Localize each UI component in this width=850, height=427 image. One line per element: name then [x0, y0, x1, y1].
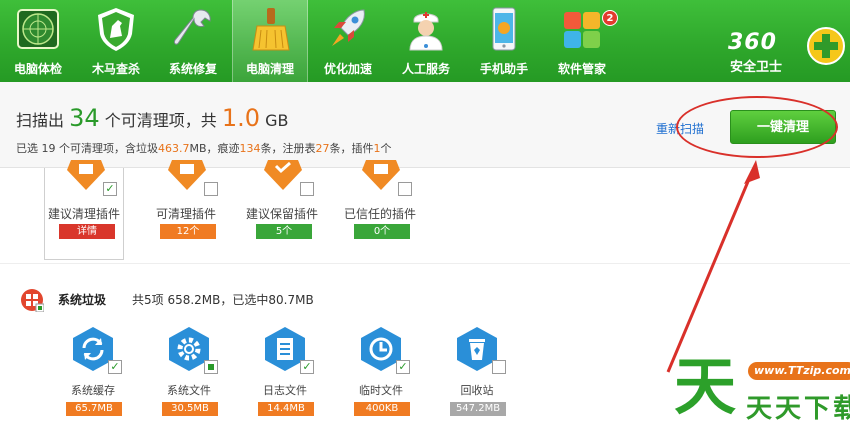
item-name: 临时文件: [359, 384, 403, 397]
count-tag[interactable]: 5个: [256, 224, 312, 239]
tab-label: 优化加速: [323, 62, 372, 76]
tab-pc-cleanup[interactable]: 电脑清理: [232, 0, 308, 82]
detail-text: 已选 19 个可清理项，含垃圾: [16, 142, 158, 155]
rocket-icon: [332, 9, 365, 46]
plugin-item-cleanable[interactable]: 可清理插件 12个: [146, 160, 226, 260]
item-name: 日志文件: [263, 384, 307, 397]
windows-icon: [21, 289, 44, 312]
plugin-icon: [168, 160, 206, 190]
garbage-item-log-files[interactable]: ✓ 日志文件 14.4MB: [244, 326, 326, 418]
scan-result-detail: 已选 19 个可清理项，含垃圾463.7MB，痕迹134条，注册表27条，插件1…: [16, 140, 392, 156]
checkbox[interactable]: ✓: [300, 360, 314, 374]
garbage-size: 463.7: [158, 142, 190, 155]
watermark-url: www.TTzip.com: [748, 362, 850, 380]
wrench-icon: [174, 9, 211, 45]
scan-result-headline: 扫描出 34 个可清理项，共 1.0 GB: [16, 104, 289, 132]
detail-text: MB，痕迹: [189, 142, 240, 155]
tab-label: 软件管家: [557, 62, 606, 76]
garbage-item-system-files[interactable]: 系统文件 30.5MB: [148, 326, 230, 418]
plugin-item-recommended-keep[interactable]: 建议保留插件 5个: [242, 160, 322, 260]
garbage-item-temp-files[interactable]: ✓ 临时文件 400KB: [340, 326, 422, 418]
checkbox[interactable]: [204, 182, 218, 196]
brand-logo: 360 安全卫士: [722, 12, 848, 76]
notification-badge: 2: [602, 10, 618, 26]
summary-middle: 个可清理项，共: [104, 111, 217, 130]
plugin-name: 可清理插件: [155, 207, 216, 221]
item-name: 系统缓存: [71, 384, 115, 397]
trace-count: 134: [239, 142, 261, 155]
tab-optimize[interactable]: 优化加速: [310, 0, 386, 82]
count-tag[interactable]: 12个: [160, 224, 216, 239]
watermark-glyph: 天: [674, 350, 737, 423]
plugin-icon: [362, 160, 400, 190]
size-unit: GB: [265, 111, 289, 130]
plugin-icon: [264, 160, 302, 190]
broom-icon: [252, 8, 290, 51]
software-grid-icon: [564, 12, 600, 48]
tab-software-manager[interactable]: 2 软件管家: [544, 0, 620, 82]
plugin-item-recommended-clean[interactable]: ✓ 建议清理插件 详情: [44, 160, 124, 260]
phone-icon: [492, 7, 516, 51]
tab-system-repair[interactable]: 系统修复: [155, 0, 231, 82]
tab-pc-checkup[interactable]: 电脑体检: [0, 0, 76, 82]
item-name: 系统文件: [167, 384, 211, 397]
plugin-name: 建议清理插件: [47, 207, 120, 221]
brand-text: 安全卫士: [730, 60, 783, 75]
size-tag: 400KB: [354, 402, 410, 416]
app-window: 电脑体检 木马查杀 系统修复 电脑清理 优化加速 人工服务 手机助手 2 软件管…: [0, 0, 850, 427]
plugin-count: 1: [373, 142, 381, 155]
total-size: 1.0: [221, 104, 261, 132]
plugin-name: 建议保留插件: [245, 207, 318, 221]
main-toolbar: 电脑体检 木马查杀 系统修复 电脑清理 优化加速 人工服务 手机助手 2 软件管…: [0, 0, 850, 82]
checkbox[interactable]: ✓: [103, 182, 117, 196]
radar-icon: [17, 9, 59, 49]
tab-label: 木马查杀: [91, 62, 140, 76]
watermark: 天 www.TTzip.com 天天下载: [672, 352, 850, 427]
checkbox[interactable]: [204, 360, 218, 374]
plugin-icon: [67, 160, 105, 190]
doctor-icon: [409, 12, 443, 51]
checkbox[interactable]: [398, 182, 412, 196]
tab-mobile-assistant[interactable]: 手机助手: [466, 0, 542, 82]
summary-prefix: 扫描出: [16, 111, 65, 130]
checkbox[interactable]: ✓: [396, 360, 410, 374]
plugin-item-trusted[interactable]: 已信任的插件 0个: [340, 160, 420, 260]
tab-label: 人工服务: [401, 62, 450, 76]
checkbox[interactable]: [300, 182, 314, 196]
count-tag[interactable]: 0个: [354, 224, 410, 239]
checkbox[interactable]: ✓: [108, 360, 122, 374]
section-summary: 共5项 658.2MB，已选中80.7MB: [132, 293, 314, 307]
detail-text: 个: [380, 142, 392, 155]
details-button[interactable]: 详情: [59, 224, 115, 239]
tab-label: 电脑清理: [245, 62, 294, 76]
brand-number: 360: [728, 30, 777, 55]
size-tag: 547.2MB: [450, 402, 506, 416]
detail-text: 条，插件: [329, 142, 374, 155]
section-title: 系统垃圾: [58, 293, 107, 307]
item-count: 34: [69, 104, 100, 132]
detail-text: 条，注册表: [260, 142, 316, 155]
size-tag: 30.5MB: [162, 402, 218, 416]
garbage-item-system-cache[interactable]: ✓ 系统缓存 65.7MB: [52, 326, 134, 418]
highlight-circle: [676, 96, 838, 158]
size-tag: 14.4MB: [258, 402, 314, 416]
plugin-name: 已信任的插件: [343, 207, 416, 221]
watermark-text: 天天下载: [746, 394, 850, 424]
tab-human-service[interactable]: 人工服务: [388, 0, 464, 82]
size-tag: 65.7MB: [66, 402, 122, 416]
item-name: 回收站: [460, 384, 494, 397]
plugin-categories: ✓ 建议清理插件 详情 可清理插件 12个 建议保留插件 5个 已信任的插件 0…: [0, 160, 850, 264]
garbage-item-recycle-bin[interactable]: 回收站 547.2MB: [436, 326, 518, 418]
tab-trojan-scan[interactable]: 木马查杀: [78, 0, 154, 82]
registry-count: 27: [315, 142, 330, 155]
horse-shield-icon: [98, 8, 134, 51]
tab-label: 手机助手: [479, 62, 528, 76]
checkbox[interactable]: [492, 360, 506, 374]
tab-label: 系统修复: [168, 62, 217, 76]
plus-logo-icon: [807, 27, 845, 65]
tab-label: 电脑体检: [13, 62, 62, 76]
